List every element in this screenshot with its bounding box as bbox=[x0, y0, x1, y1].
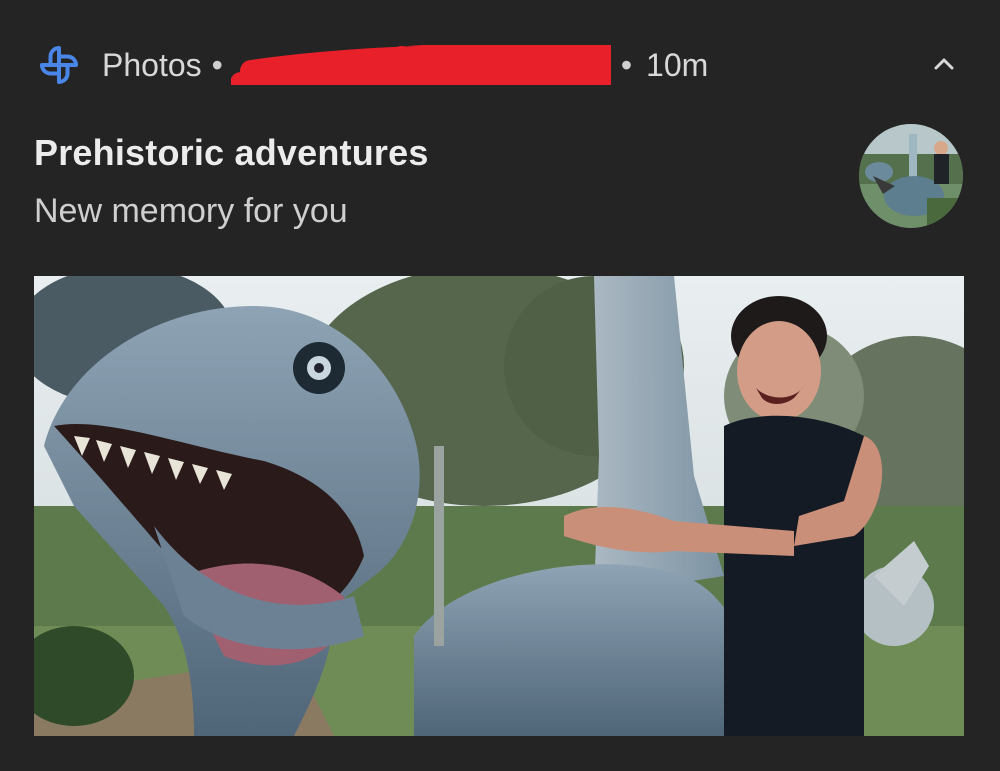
memory-photo[interactable] bbox=[34, 276, 964, 736]
app-name: Photos bbox=[102, 46, 202, 83]
chevron-up-icon bbox=[934, 58, 954, 70]
redaction-scribble bbox=[230, 45, 611, 85]
expand-button[interactable] bbox=[926, 46, 962, 82]
separator-dot-2: • bbox=[620, 46, 633, 83]
account-email-redacted: com bbox=[230, 45, 611, 85]
pinwheel-icon bbox=[34, 40, 84, 90]
memory-thumbnail bbox=[859, 124, 963, 228]
photos-notification[interactable]: Photos • com • 10m Prehistoric adventure… bbox=[0, 0, 1000, 771]
notification-title: Prehistoric adventures bbox=[34, 132, 429, 173]
notification-time: 10m bbox=[646, 46, 709, 83]
notification-header: Photos • com • 10m bbox=[34, 38, 708, 92]
notification-subtitle: New memory for you bbox=[34, 192, 348, 230]
separator-dot: • bbox=[211, 46, 223, 83]
